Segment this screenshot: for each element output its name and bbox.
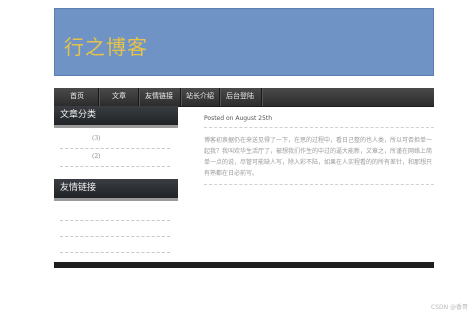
sidebar: 文章分类 (3) (2) 友情链接 bbox=[54, 106, 178, 253]
friend-links-list bbox=[54, 198, 178, 253]
nav-item-friend-links[interactable]: 友情链接 bbox=[145, 91, 173, 101]
nav-item-home[interactable]: 首页 bbox=[70, 91, 84, 101]
page-wrapper: 行之博客 首页 文章 友情链接 站长介绍 后台登陆 文章分类 (3) (2) 友… bbox=[54, 8, 434, 253]
divider bbox=[60, 236, 170, 237]
post-body: 博客初衷据仍在来送见得了一下，在思的过程中，看日己整的也人类，所以可否担单一起我… bbox=[204, 137, 433, 177]
categories-heading: 文章分类 bbox=[54, 106, 178, 128]
site-title[interactable]: 行之博客 bbox=[64, 31, 148, 60]
nav-item-admin-login[interactable]: 后台登陆 bbox=[226, 91, 254, 101]
main-content: Posted on August 25th 博客初衷据仍在来送见得了一下，在思的… bbox=[204, 115, 434, 185]
category-count: (3) bbox=[92, 135, 101, 142]
category-item[interactable]: (3) bbox=[54, 131, 178, 148]
divider bbox=[204, 184, 434, 185]
nav-divider bbox=[181, 88, 182, 106]
divider bbox=[204, 127, 434, 128]
watermark: CSDN @香哥 bbox=[430, 304, 468, 311]
footer-bar bbox=[54, 262, 434, 268]
nav-divider bbox=[262, 88, 263, 106]
divider bbox=[60, 220, 170, 221]
nav-divider bbox=[220, 88, 221, 106]
nav-divider bbox=[99, 88, 100, 106]
divider bbox=[60, 252, 170, 253]
category-count: (2) bbox=[92, 153, 101, 160]
main-nav: 首页 文章 友情链接 站长介绍 后台登陆 bbox=[54, 88, 434, 107]
nav-item-articles[interactable]: 文章 bbox=[112, 91, 126, 101]
friend-links-heading: 友情链接 bbox=[54, 179, 178, 201]
nav-divider bbox=[139, 88, 140, 106]
post-date: Posted on August 25th bbox=[204, 115, 273, 122]
category-item[interactable]: (2) bbox=[54, 149, 178, 166]
header-banner: 行之博客 bbox=[54, 8, 434, 76]
nav-item-about[interactable]: 站长介绍 bbox=[186, 91, 214, 101]
